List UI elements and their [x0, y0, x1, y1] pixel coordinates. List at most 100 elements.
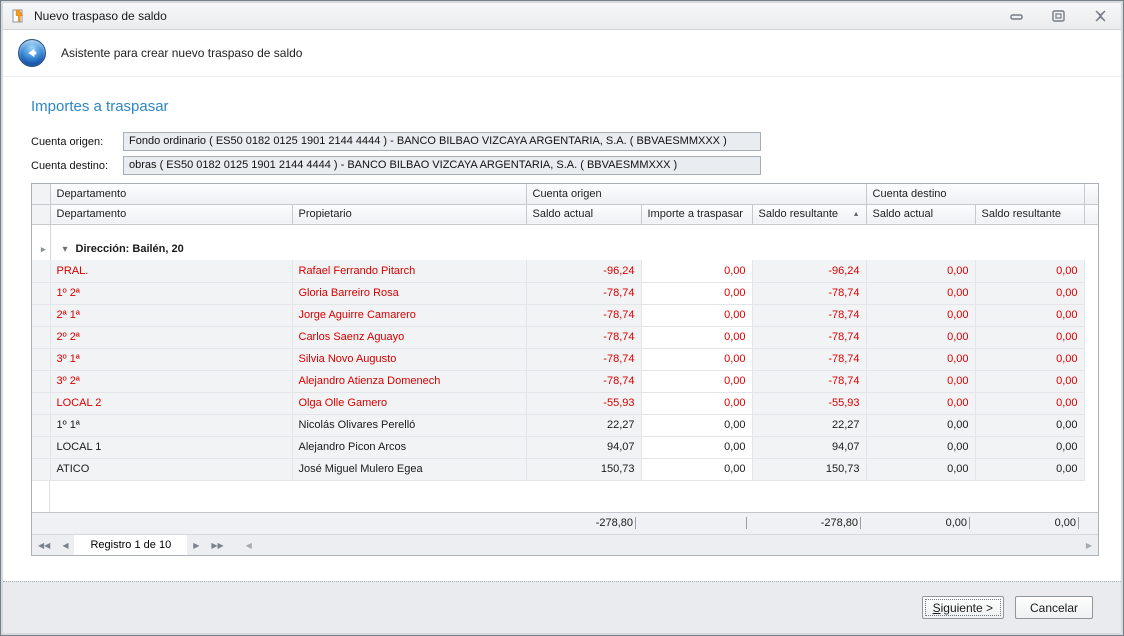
cell-departamento[interactable]: ATICO: [50, 458, 292, 480]
cell-dest-saldo-actual[interactable]: 0,00: [866, 414, 975, 436]
cell-dest-saldo-resultante[interactable]: 0,00: [975, 348, 1084, 370]
back-button[interactable]: [18, 39, 46, 67]
table-row[interactable]: PRAL.Rafael Ferrando Pitarch-96,240,00-9…: [32, 260, 1098, 282]
cell-dest-saldo-resultante[interactable]: 0,00: [975, 304, 1084, 326]
cell-dest-saldo-actual[interactable]: 0,00: [866, 392, 975, 414]
cell-importe[interactable]: 0,00: [641, 370, 752, 392]
hscroll-right-button[interactable]: ▶: [1080, 541, 1098, 550]
col-header-saldo-actual[interactable]: Saldo actual: [526, 204, 641, 224]
cell-saldo-actual[interactable]: -55,93: [526, 392, 641, 414]
next-button[interactable]: Siguiente >: [922, 596, 1004, 619]
cell-dest-saldo-resultante[interactable]: 0,00: [975, 436, 1084, 458]
cell-dest-saldo-actual[interactable]: 0,00: [866, 348, 975, 370]
cell-importe[interactable]: 0,00: [641, 348, 752, 370]
table-row[interactable]: LOCAL 1Alejandro Picon Arcos94,070,0094,…: [32, 436, 1098, 458]
cell-propietario[interactable]: Jorge Aguirre Camarero: [292, 304, 526, 326]
group-collapse-icon[interactable]: ▾: [63, 244, 68, 255]
table-row[interactable]: 2º 2ªCarlos Saenz Aguayo-78,740,00-78,74…: [32, 326, 1098, 348]
cell-saldo-actual[interactable]: 22,27: [526, 414, 641, 436]
cell-propietario[interactable]: Alejandro Picon Arcos: [292, 436, 526, 458]
cell-departamento[interactable]: 2ª 1ª: [50, 304, 292, 326]
group-row[interactable]: ▸ ▾Dirección: Bailén, 20: [32, 238, 1098, 260]
cell-dest-saldo-resultante[interactable]: 0,00: [975, 326, 1084, 348]
cell-propietario[interactable]: Rafael Ferrando Pitarch: [292, 260, 526, 282]
cell-propietario[interactable]: Nicolás Olivares Perelló: [292, 414, 526, 436]
cell-dest-saldo-actual[interactable]: 0,00: [866, 282, 975, 304]
cell-dest-saldo-actual[interactable]: 0,00: [866, 458, 975, 480]
table-row[interactable]: ATICOJosé Miguel Mulero Egea150,730,0015…: [32, 458, 1098, 480]
cell-dest-saldo-actual[interactable]: 0,00: [866, 326, 975, 348]
band-cuenta-destino[interactable]: Cuenta destino: [866, 184, 1084, 204]
cell-departamento[interactable]: 1º 2ª: [50, 282, 292, 304]
cell-saldo-resultante[interactable]: 150,73: [752, 458, 866, 480]
maximize-button[interactable]: [1047, 9, 1069, 23]
table-row[interactable]: 1º 2ªGloria Barreiro Rosa-78,740,00-78,7…: [32, 282, 1098, 304]
col-header-importe[interactable]: Importe a traspasar: [641, 204, 752, 224]
cell-propietario[interactable]: José Miguel Mulero Egea: [292, 458, 526, 480]
cell-dest-saldo-resultante[interactable]: 0,00: [975, 260, 1084, 282]
cell-dest-saldo-actual[interactable]: 0,00: [866, 260, 975, 282]
cell-saldo-resultante[interactable]: -78,74: [752, 326, 866, 348]
cell-saldo-actual[interactable]: -78,74: [526, 348, 641, 370]
cell-departamento[interactable]: LOCAL 1: [50, 436, 292, 458]
col-header-dest-saldo-actual[interactable]: Saldo actual: [866, 204, 975, 224]
col-header-dest-saldo-resultante[interactable]: Saldo resultante: [975, 204, 1084, 224]
cell-dest-saldo-resultante[interactable]: 0,00: [975, 414, 1084, 436]
cell-saldo-actual[interactable]: -78,74: [526, 282, 641, 304]
origin-account-field[interactable]: Fondo ordinario ( ES50 0182 0125 1901 21…: [123, 132, 761, 151]
cell-saldo-resultante[interactable]: -96,24: [752, 260, 866, 282]
cell-departamento[interactable]: 2º 2ª: [50, 326, 292, 348]
table-row[interactable]: 3º 2ªAlejandro Atienza Domenech-78,740,0…: [32, 370, 1098, 392]
minimize-button[interactable]: [1005, 9, 1027, 23]
cell-saldo-resultante[interactable]: -78,74: [752, 304, 866, 326]
cell-departamento[interactable]: 1º 1ª: [50, 414, 292, 436]
cell-saldo-actual[interactable]: 150,73: [526, 458, 641, 480]
cell-dest-saldo-resultante[interactable]: 0,00: [975, 370, 1084, 392]
cancel-button[interactable]: Cancelar: [1015, 596, 1093, 619]
cell-saldo-resultante[interactable]: 22,27: [752, 414, 866, 436]
close-button[interactable]: [1089, 9, 1111, 23]
cell-saldo-resultante[interactable]: -78,74: [752, 282, 866, 304]
col-header-departamento[interactable]: Departamento: [50, 204, 292, 224]
band-departamento[interactable]: Departamento: [50, 184, 526, 204]
destination-account-field[interactable]: obras ( ES50 0182 0125 1901 2144 4444 ) …: [123, 156, 761, 175]
cell-importe[interactable]: 0,00: [641, 458, 752, 480]
cell-importe[interactable]: 0,00: [641, 436, 752, 458]
cell-propietario[interactable]: Gloria Barreiro Rosa: [292, 282, 526, 304]
cell-saldo-resultante[interactable]: -55,93: [752, 392, 866, 414]
cell-importe[interactable]: 0,00: [641, 392, 752, 414]
cell-saldo-actual[interactable]: -78,74: [526, 304, 641, 326]
cell-propietario[interactable]: Silvia Novo Augusto: [292, 348, 526, 370]
table-row[interactable]: 1º 1ªNicolás Olivares Perelló22,270,0022…: [32, 414, 1098, 436]
table-row[interactable]: LOCAL 2Olga Olle Gamero-55,930,00-55,930…: [32, 392, 1098, 414]
cell-propietario[interactable]: Carlos Saenz Aguayo: [292, 326, 526, 348]
table-row[interactable]: 3º 1ªSilvia Novo Augusto-78,740,00-78,74…: [32, 348, 1098, 370]
cell-dest-saldo-actual[interactable]: 0,00: [866, 370, 975, 392]
cell-dest-saldo-actual[interactable]: 0,00: [866, 436, 975, 458]
band-cuenta-origen[interactable]: Cuenta origen: [526, 184, 866, 204]
pager-first-button[interactable]: ◀◀: [32, 541, 56, 550]
cell-saldo-resultante[interactable]: -78,74: [752, 348, 866, 370]
cell-importe[interactable]: 0,00: [641, 282, 752, 304]
cell-saldo-actual[interactable]: -78,74: [526, 370, 641, 392]
cell-saldo-actual[interactable]: 94,07: [526, 436, 641, 458]
cell-departamento[interactable]: 3º 2ª: [50, 370, 292, 392]
cell-propietario[interactable]: Alejandro Atienza Domenech: [292, 370, 526, 392]
hscroll-left-button[interactable]: ◀: [240, 541, 258, 550]
cell-saldo-actual[interactable]: -96,24: [526, 260, 641, 282]
col-header-saldo-resultante[interactable]: Saldo resultante ▲: [752, 204, 866, 224]
cell-importe[interactable]: 0,00: [641, 414, 752, 436]
table-row[interactable]: 2ª 1ªJorge Aguirre Camarero-78,740,00-78…: [32, 304, 1098, 326]
cell-importe[interactable]: 0,00: [641, 304, 752, 326]
cell-propietario[interactable]: Olga Olle Gamero: [292, 392, 526, 414]
pager-next-button[interactable]: ▶: [187, 541, 205, 550]
pager-prev-button[interactable]: ◀: [56, 541, 74, 550]
cell-departamento[interactable]: PRAL.: [50, 260, 292, 282]
cell-dest-saldo-resultante[interactable]: 0,00: [975, 458, 1084, 480]
cell-importe[interactable]: 0,00: [641, 326, 752, 348]
cell-importe[interactable]: 0,00: [641, 260, 752, 282]
cell-saldo-actual[interactable]: -78,74: [526, 326, 641, 348]
cell-dest-saldo-actual[interactable]: 0,00: [866, 304, 975, 326]
cell-departamento[interactable]: LOCAL 2: [50, 392, 292, 414]
col-header-propietario[interactable]: Propietario: [292, 204, 526, 224]
